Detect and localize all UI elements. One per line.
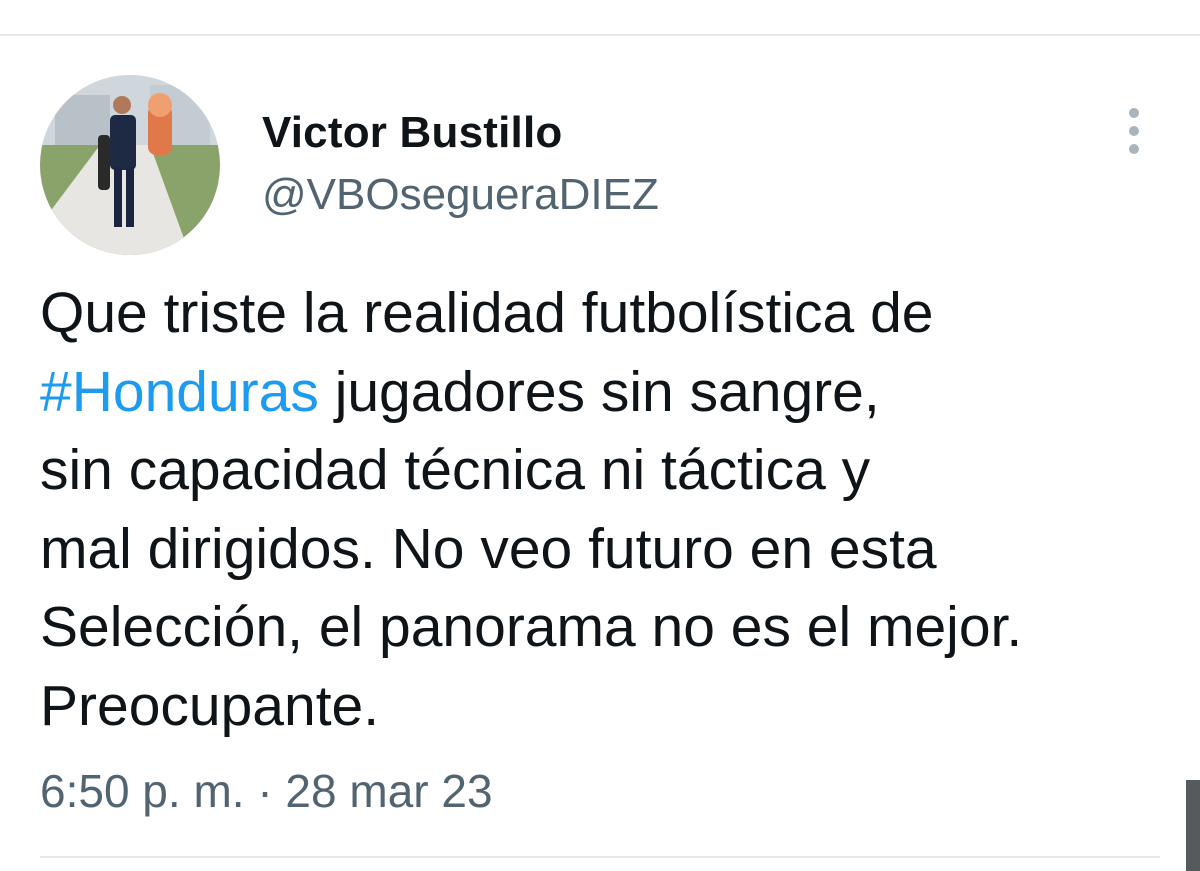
bottom-divider [40,856,1160,858]
tweet-line-text: jugadores sin sangre, [318,359,880,424]
tweet-line: Selección, el panorama no es el mejor. [40,595,1023,659]
tweet-text: Que triste la realidad futbolística de #… [40,274,1160,745]
avatar[interactable] [40,75,220,255]
tweet-line: Que triste la realidad futbolística de [40,281,934,345]
tweet-timestamp[interactable]: 6:50 p. m. · 28 mar 23 [40,764,493,818]
tweet-line: mal dirigidos. No veo futuro en esta [40,516,937,581]
top-divider [0,34,1200,36]
tweet-screen: Victor Bustillo @VBOsegueraDIEZ Que tris… [0,0,1200,871]
tweet-line: Preocupante. [40,673,380,738]
author-handle[interactable]: @VBOsegueraDIEZ [262,170,659,220]
more-vertical-icon-dot [1129,126,1139,136]
avatar-photo [40,75,220,255]
more-options-button[interactable] [1116,102,1152,162]
more-vertical-icon-dot [1129,144,1139,154]
author-display-name[interactable]: Victor Bustillo [262,108,562,158]
hashtag-link[interactable]: #Honduras [40,360,319,424]
tweet-line: #Honduras jugadores sin sangre, [40,353,1160,432]
more-vertical-icon [1129,108,1139,118]
tweet-line: sin capacidad técnica ni táctica y [40,438,871,502]
scrollbar-thumb[interactable] [1186,780,1200,871]
